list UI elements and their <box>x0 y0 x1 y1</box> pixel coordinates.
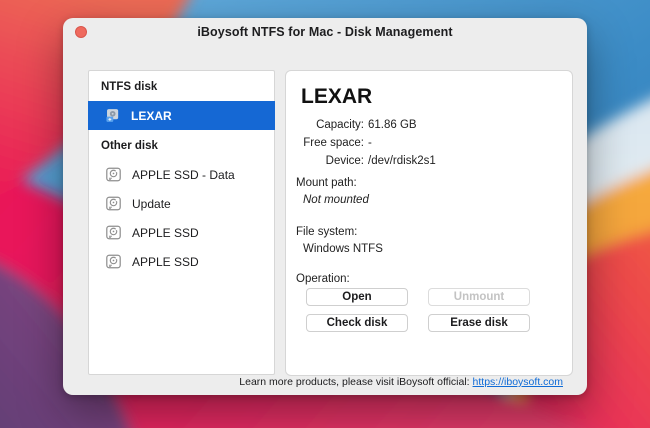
disk-label: Update <box>132 196 171 211</box>
hard-drive-icon <box>106 254 121 269</box>
info-row-free-space: Free space: - <box>286 134 572 152</box>
section-header-ntfs-disk: NTFS disk <box>101 81 158 93</box>
window-title: iBoysoft NTFS for Mac - Disk Management <box>197 25 453 39</box>
footer-text: Learn more products, please visit iBoyso… <box>239 376 473 388</box>
hard-drive-icon <box>106 225 121 240</box>
hard-drive-icon <box>106 196 121 211</box>
operation-buttons: Open Unmount Check disk Erase disk <box>306 288 530 332</box>
disk-row-apple-ssd-1[interactable]: APPLE SSD <box>89 218 274 247</box>
mount-path-label: Mount path: <box>296 177 357 189</box>
disk-info-rows: Capacity: 61.86 GB Free space: - Device:… <box>286 116 572 170</box>
check-disk-button[interactable]: Check disk <box>306 314 408 332</box>
device-label: Device: <box>325 155 364 167</box>
section-header-other-disk: Other disk <box>101 140 158 152</box>
disk-label: APPLE SSD - Data <box>132 167 235 182</box>
mount-path-value: Not mounted <box>303 194 369 206</box>
removable-disk-icon <box>106 109 119 122</box>
footer: Learn more products, please visit iBoyso… <box>239 376 563 388</box>
disk-row-lexar[interactable]: LEXAR <box>88 101 275 130</box>
free-space-value: - <box>368 137 372 149</box>
file-system-value: Windows NTFS <box>303 243 383 255</box>
titlebar: iBoysoft NTFS for Mac - Disk Management <box>63 18 587 58</box>
disk-label: APPLE SSD <box>132 225 199 240</box>
disk-label: LEXAR <box>131 108 172 123</box>
operation-label: Operation: <box>296 273 350 285</box>
hard-drive-icon <box>106 167 121 182</box>
info-row-capacity: Capacity: 61.86 GB <box>286 116 572 134</box>
iboysoft-link[interactable]: https://iboysoft.com <box>473 376 563 388</box>
device-value: /dev/rdisk2s1 <box>368 155 436 167</box>
disk-row-apple-ssd-data[interactable]: APPLE SSD - Data <box>89 160 274 189</box>
disk-label: APPLE SSD <box>132 254 199 269</box>
selected-disk-title: LEXAR <box>301 85 373 108</box>
file-system-label: File system: <box>296 226 358 238</box>
info-row-device: Device: /dev/rdisk2s1 <box>286 152 572 170</box>
disk-detail-panel: LEXAR Capacity: 61.86 GB Free space: - D… <box>285 70 573 376</box>
app-window: iBoysoft NTFS for Mac - Disk Management … <box>63 18 587 395</box>
disk-row-apple-ssd-2[interactable]: APPLE SSD <box>89 247 274 276</box>
disk-row-update[interactable]: Update <box>89 189 274 218</box>
unmount-button[interactable]: Unmount <box>428 288 530 306</box>
erase-disk-button[interactable]: Erase disk <box>428 314 530 332</box>
capacity-label: Capacity: <box>316 119 364 131</box>
open-button[interactable]: Open <box>306 288 408 306</box>
disk-list-panel: NTFS disk LEXAR Other disk APPLE SSD - D… <box>88 70 275 375</box>
free-space-label: Free space: <box>303 137 364 149</box>
capacity-value: 61.86 GB <box>368 119 417 131</box>
